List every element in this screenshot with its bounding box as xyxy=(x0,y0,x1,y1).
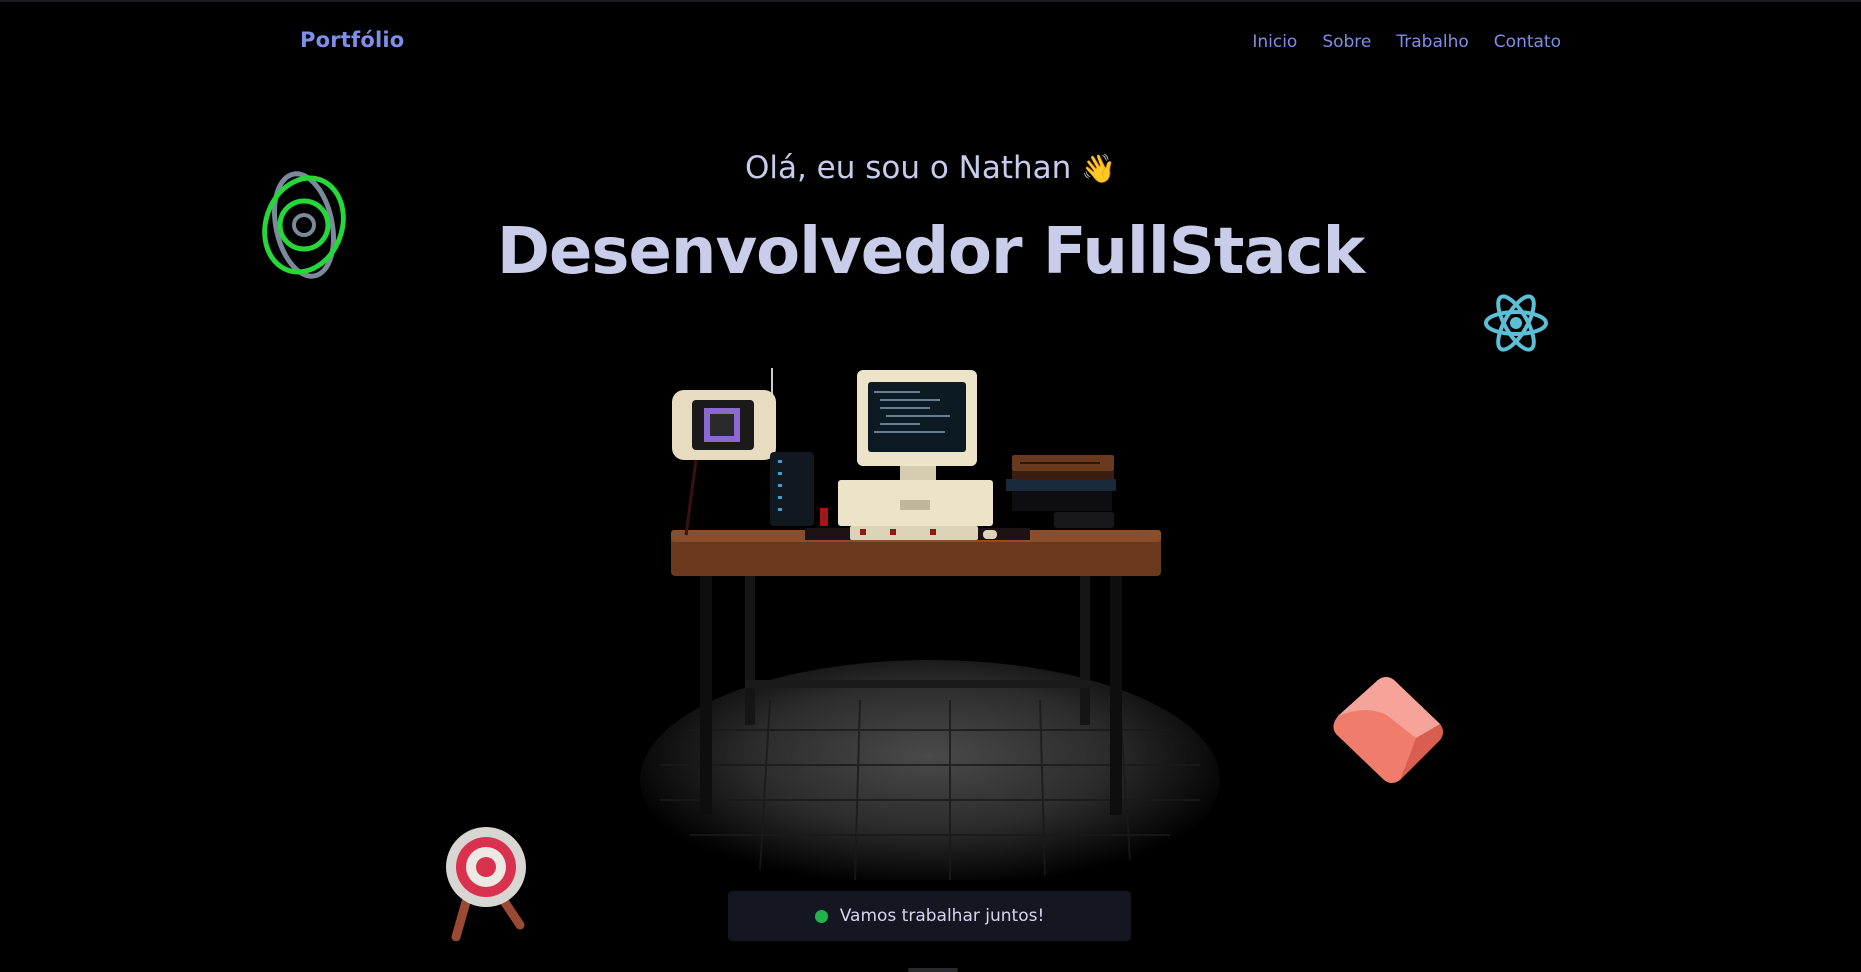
pink-cube-icon xyxy=(1333,677,1443,783)
contact-cta-button[interactable]: Vamos trabalhar juntos! xyxy=(728,891,1131,941)
nav-link-trabalho[interactable]: Trabalho xyxy=(1396,32,1468,52)
status-dot-icon xyxy=(814,909,828,923)
brand-logo[interactable]: Portfólio xyxy=(300,28,404,52)
navbar: Portfólio Inicio Sobre Trabalho Contato xyxy=(0,0,1861,86)
wave-emoji-icon: 👋 xyxy=(1081,152,1117,185)
scroll-indicator xyxy=(908,968,958,972)
react-atom-icon xyxy=(1484,294,1548,352)
nav-link-contato[interactable]: Contato xyxy=(1494,32,1561,52)
nav-link-sobre[interactable]: Sobre xyxy=(1322,32,1371,52)
target-icon xyxy=(446,827,526,941)
cta-label: Vamos trabalhar juntos! xyxy=(839,906,1045,926)
greeting-text: Olá, eu sou o Nathan xyxy=(744,150,1072,186)
nav-link-inicio[interactable]: Inicio xyxy=(1252,32,1297,52)
portfolio-page: Portfólio Inicio Sobre Trabalho Contato … xyxy=(0,0,1861,972)
nav-links: Inicio Sobre Trabalho Contato xyxy=(1252,32,1561,52)
rings-icon xyxy=(262,171,346,279)
retro-desk-scene xyxy=(640,368,1220,880)
